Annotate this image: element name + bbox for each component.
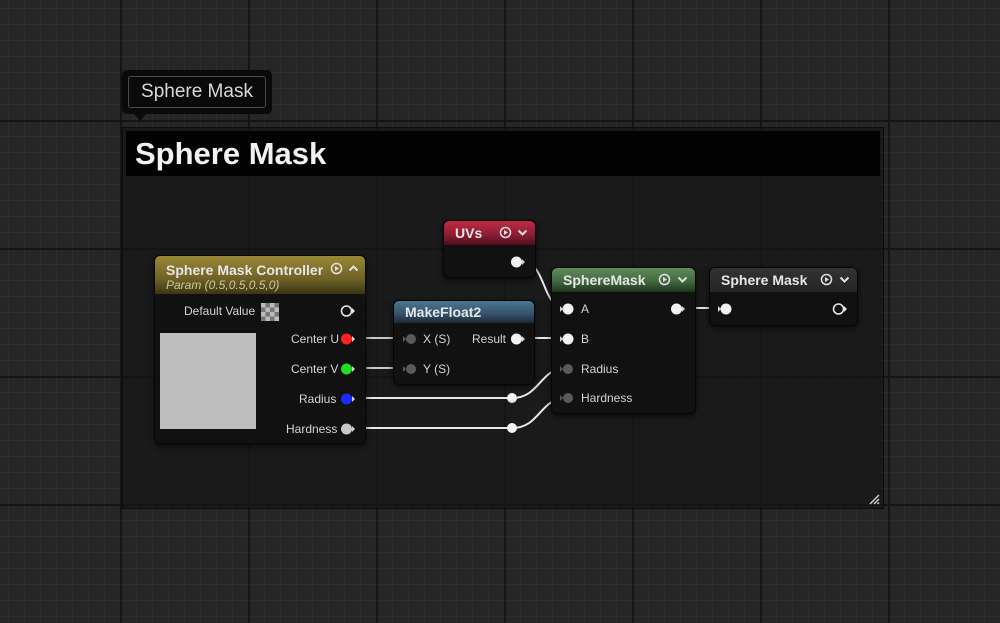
pin-label-a: A (581, 302, 590, 316)
chevron-down-icon[interactable] (676, 273, 689, 286)
pin-label-hardness: Hardness (581, 391, 633, 405)
pin-hardness-input[interactable] (559, 391, 575, 405)
reroute-knot-hardness (507, 423, 517, 433)
pin-label-radius: Radius (581, 362, 619, 376)
node-title: MakeFloat2 (405, 304, 482, 320)
pin-radius[interactable] (340, 392, 356, 406)
node-header[interactable]: Sphere Mask (710, 268, 857, 292)
output-pin-icon[interactable] (340, 304, 356, 318)
collapse-up-icon[interactable] (347, 262, 360, 275)
pin-label-x: X (S) (423, 332, 451, 346)
node-makefloat2[interactable]: MakeFloat2 X (S) Result Y (S) (393, 300, 535, 385)
pin-label-b: B (581, 332, 590, 346)
preview-toggle-icon[interactable] (499, 226, 512, 239)
pin-hardness[interactable] (340, 422, 356, 436)
pin-uvs-output[interactable] (510, 255, 526, 269)
pin-label-center-u: Center U (291, 332, 340, 346)
pin-a-input[interactable] (559, 302, 575, 316)
pin-label-center-v: Center V (291, 362, 339, 376)
pin-label-radius: Radius (299, 392, 337, 406)
pin-output-output[interactable] (832, 302, 848, 316)
preview-toggle-icon[interactable] (820, 273, 833, 286)
pin-y-input[interactable] (402, 362, 418, 376)
node-sphere-mask-controller[interactable]: Sphere Mask Controller Param (0.5,0.5,0.… (154, 255, 366, 444)
pin-x-input[interactable] (402, 332, 418, 346)
default-value-label: Default Value (184, 304, 256, 318)
node-header[interactable]: MakeFloat2 (394, 301, 534, 323)
reroute-knot-radius (507, 393, 517, 403)
chevron-down-icon[interactable] (838, 273, 851, 286)
pin-label-result: Result (472, 332, 507, 346)
pin-output-input[interactable] (717, 302, 733, 316)
material-preview-swatch (160, 333, 256, 429)
node-header[interactable]: Sphere Mask Controller Param (0.5,0.5,0.… (155, 256, 365, 294)
node-title: UVs (455, 225, 483, 241)
pin-label-y: Y (S) (423, 362, 451, 376)
pin-label-hardness: Hardness (286, 422, 338, 436)
node-header[interactable]: UVs (444, 221, 535, 245)
pin-b-input[interactable] (559, 332, 575, 346)
default-value-checker-icon[interactable] (261, 303, 279, 321)
node-subtitle: Param (0.5,0.5,0.5,0) (166, 278, 280, 292)
chevron-down-icon[interactable] (516, 226, 529, 239)
node-uvs[interactable]: UVs (443, 220, 536, 278)
pin-center-u[interactable] (340, 332, 356, 346)
pin-center-v[interactable] (340, 362, 356, 376)
pin-radius-input[interactable] (559, 362, 575, 376)
node-spheremask[interactable]: SphereMask A B Radius Hardness (551, 267, 696, 414)
preview-toggle-icon[interactable] (330, 262, 343, 275)
node-output-sphere-mask[interactable]: Sphere Mask (709, 267, 858, 326)
node-header[interactable]: SphereMask (552, 268, 695, 292)
node-title: Sphere Mask Controller (166, 262, 324, 278)
node-title: SphereMask (563, 272, 646, 288)
wire-hardness (352, 397, 567, 429)
preview-toggle-icon[interactable] (658, 273, 671, 286)
node-title: Sphere Mask (721, 272, 808, 288)
pin-result-output[interactable] (510, 332, 526, 346)
pin-spheremask-output[interactable] (670, 302, 686, 316)
